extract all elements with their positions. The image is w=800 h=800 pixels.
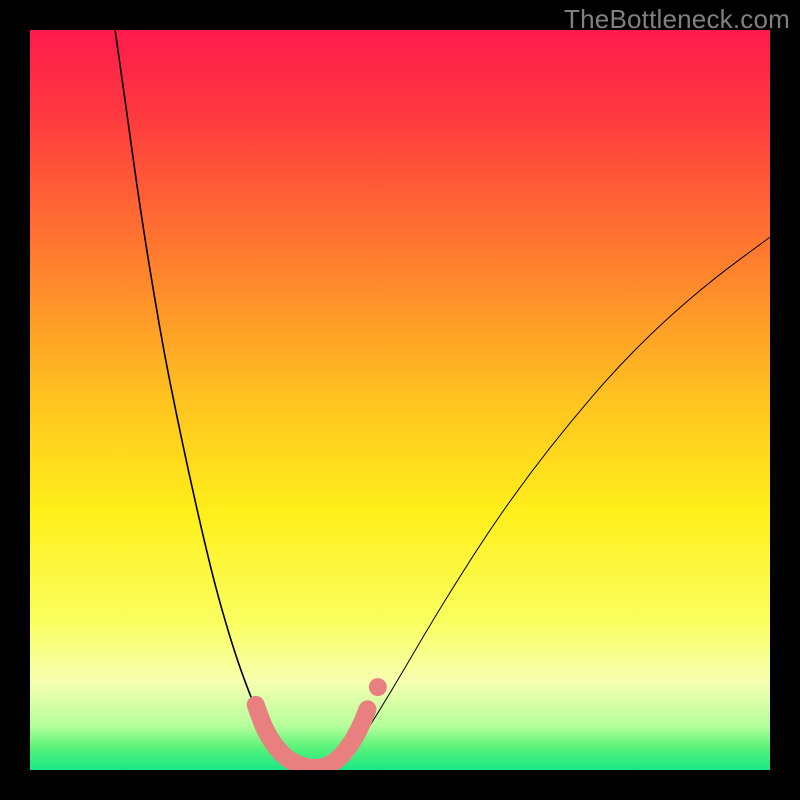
series-detached-dot — [369, 678, 387, 696]
chart-frame: TheBottleneck.com — [0, 0, 800, 800]
heat-background — [30, 30, 770, 770]
watermark-text: TheBottleneck.com — [564, 4, 790, 35]
chart-svg — [30, 30, 770, 770]
plot-area — [30, 30, 770, 770]
